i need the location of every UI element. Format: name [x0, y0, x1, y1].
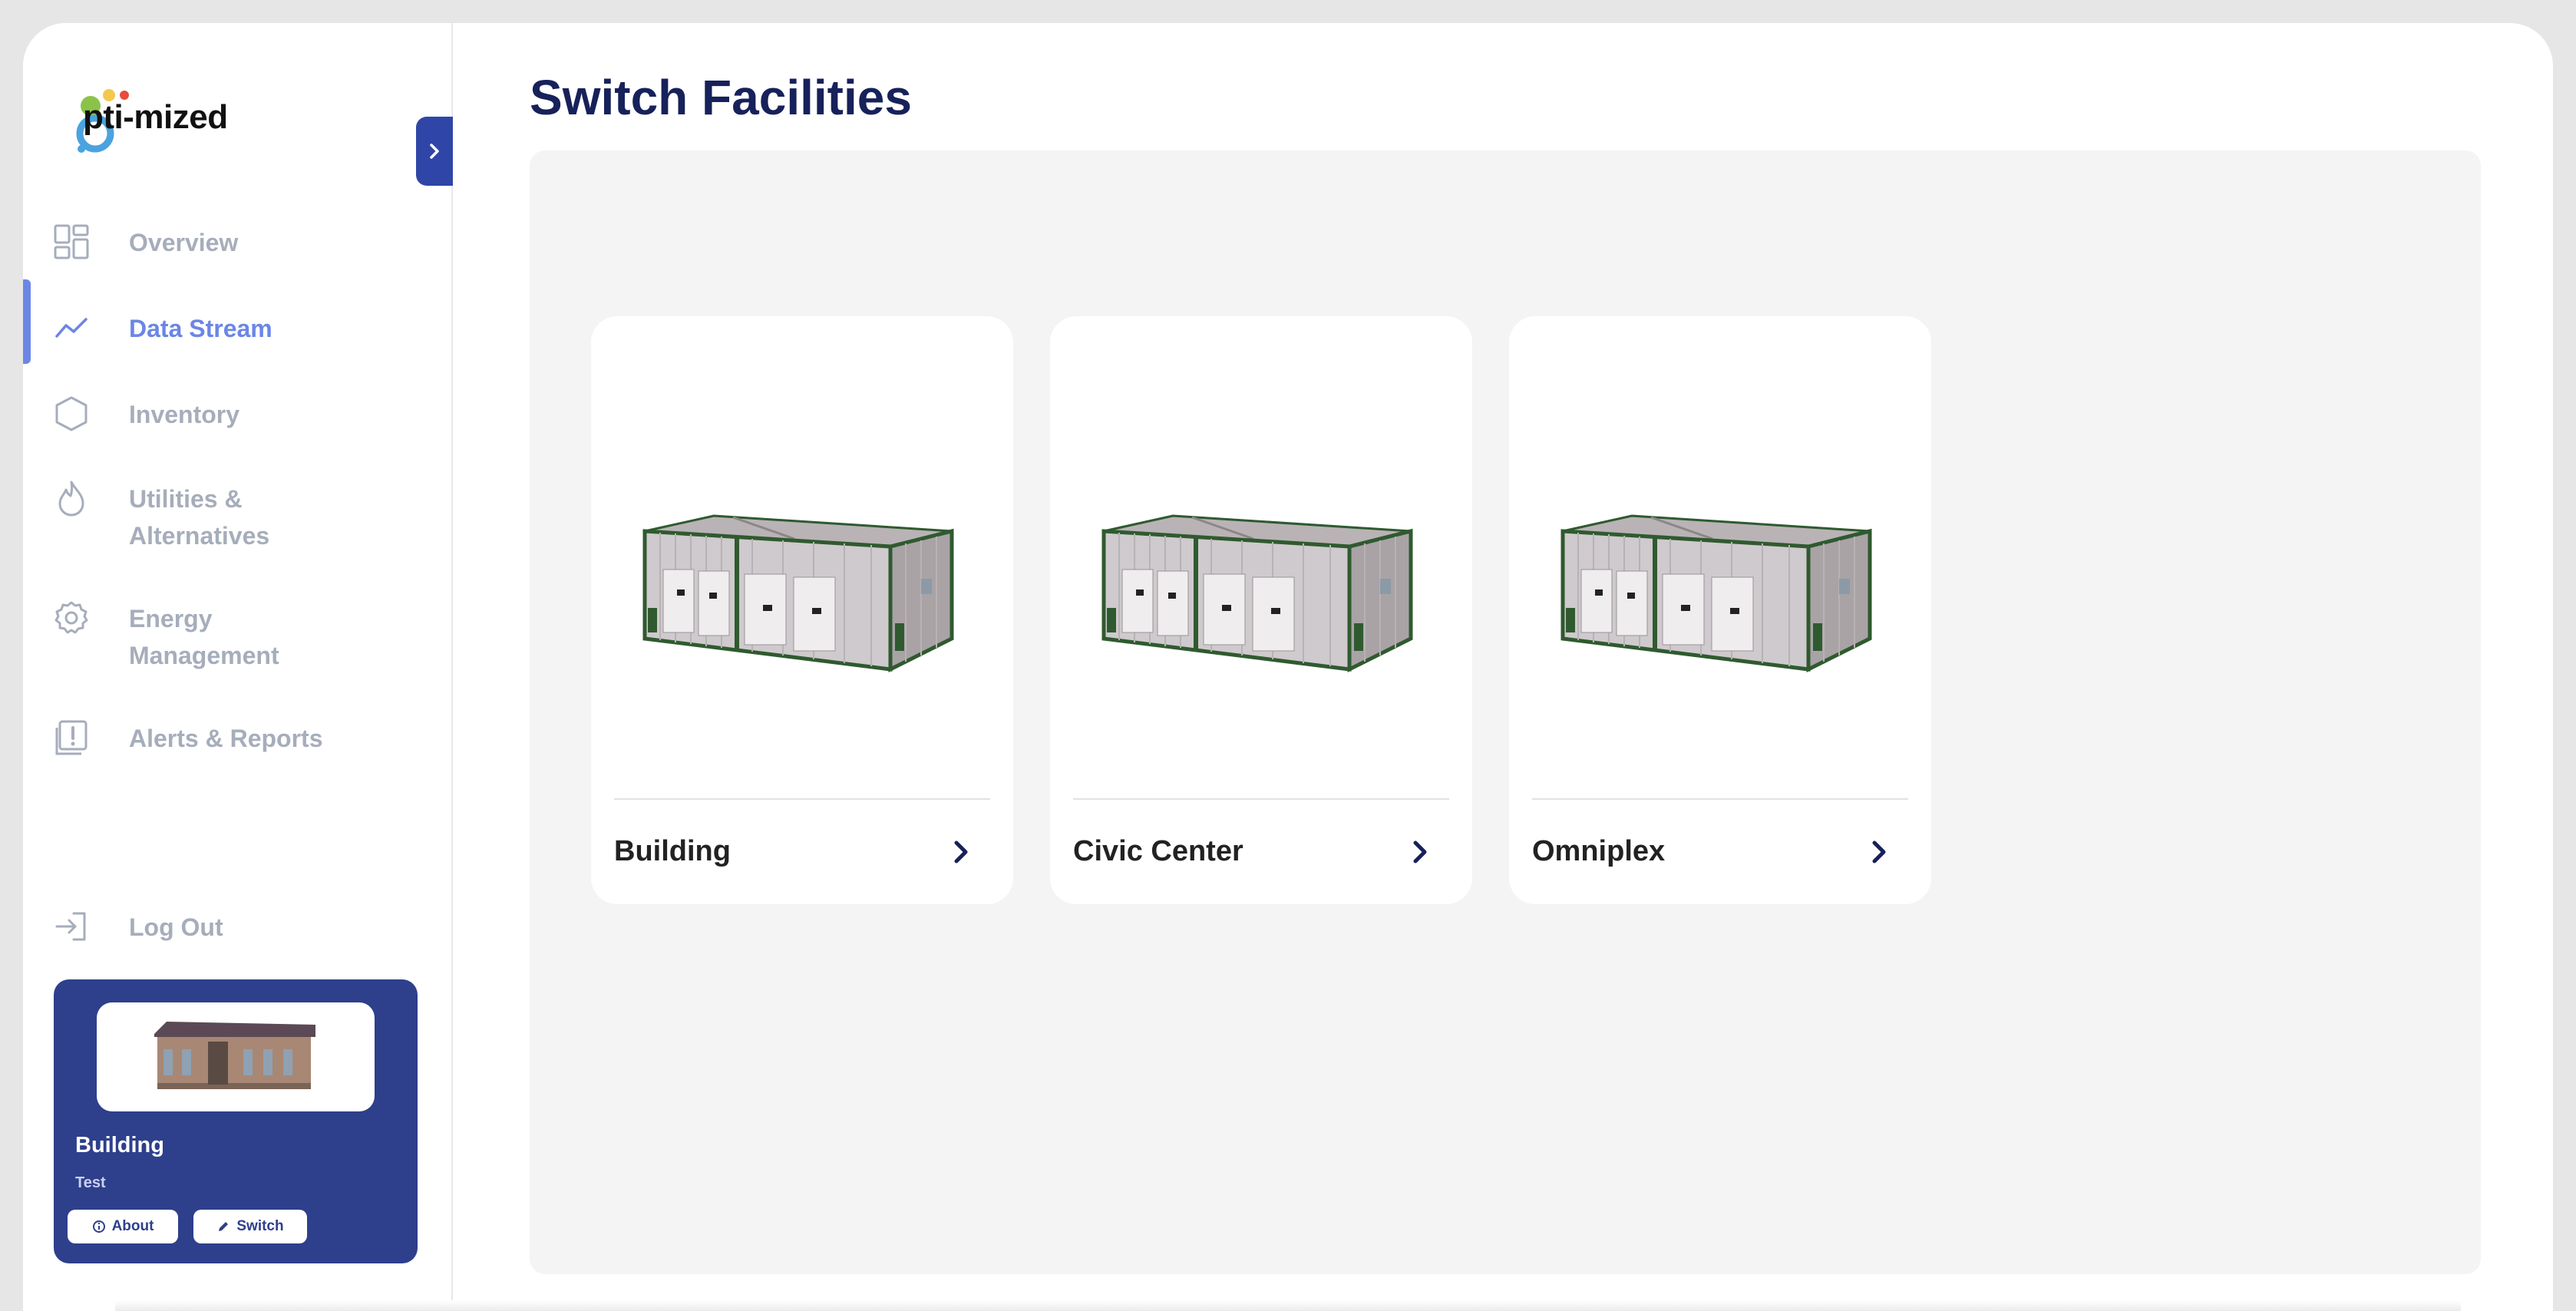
sidebar-item-label: Utilities &	[129, 485, 243, 513]
divider	[1532, 798, 1908, 800]
facility-image	[1555, 508, 1885, 677]
about-button[interactable]: About	[68, 1210, 178, 1243]
switch-button[interactable]: Switch	[193, 1210, 307, 1243]
chevron-right-icon[interactable]	[946, 837, 976, 867]
window-bottom-edge	[115, 1300, 2461, 1311]
sidebar-item-label: Data Stream	[129, 315, 272, 342]
trend-line-icon	[55, 318, 88, 338]
current-facility-subtitle: Test	[75, 1174, 106, 1191]
facilities-panel: Building Civic Center Omniplex	[530, 150, 2481, 1274]
sidebar-item-alerts-reports[interactable]: Alerts & Reports	[23, 714, 453, 760]
current-facility-image	[97, 1002, 375, 1111]
sidebar-item-label: Alternatives	[129, 522, 270, 550]
building-thumbnail	[151, 1019, 320, 1095]
facility-name: Omniplex	[1532, 835, 1666, 867]
gear-icon	[54, 601, 88, 634]
sidebar-item-utilities[interactable]: Utilities & Alternatives	[23, 474, 453, 559]
chevron-right-icon	[430, 144, 439, 159]
divider	[614, 798, 990, 800]
sidebar: pti-mized Overview Data Stream Inventory	[23, 23, 453, 1311]
collapse-sidebar-button[interactable]	[416, 117, 453, 186]
divider	[1073, 798, 1449, 800]
sidebar-item-label: Overview	[129, 229, 239, 256]
sidebar-item-label: Energy	[129, 605, 213, 632]
sidebar-item-inventory[interactable]: Inventory	[23, 390, 453, 436]
current-facility-name: Building	[75, 1133, 164, 1157]
logo-text: pti-mized	[83, 98, 228, 136]
sidebar-item-label: Management	[129, 642, 279, 669]
facility-card-building[interactable]: Building	[591, 316, 1013, 904]
sidebar-item-data-stream[interactable]: Data Stream	[23, 304, 453, 350]
grid-icon	[54, 224, 89, 259]
facility-card-civic-center[interactable]: Civic Center	[1050, 316, 1472, 904]
logout-button[interactable]: Log Out	[23, 903, 453, 949]
app-window: pti-mized Overview Data Stream Inventory	[23, 23, 2553, 1311]
chevron-right-icon[interactable]	[1864, 837, 1894, 867]
facility-image	[637, 508, 967, 677]
facility-card-omniplex[interactable]: Omniplex	[1509, 316, 1931, 904]
sidebar-item-overview[interactable]: Overview	[23, 218, 453, 264]
sidebar-item-energy-management[interactable]: Energy Management	[23, 594, 453, 679]
sidebar-item-label: Inventory	[129, 401, 240, 428]
sidebar-item-label: Alerts & Reports	[129, 725, 323, 752]
facility-name: Building	[614, 835, 731, 867]
info-icon	[92, 1220, 105, 1233]
switch-label: Switch	[236, 1218, 284, 1234]
page-title: Switch Facilities	[530, 70, 912, 125]
alert-report-icon	[55, 720, 88, 755]
flame-icon	[58, 480, 84, 517]
logout-label: Log Out	[129, 913, 223, 941]
chevron-right-icon[interactable]	[1405, 837, 1435, 867]
logout-icon	[55, 912, 86, 941]
pencil-icon	[219, 1222, 229, 1231]
facility-name: Civic Center	[1073, 835, 1243, 867]
about-label: About	[111, 1218, 154, 1234]
hexagon-icon	[55, 396, 88, 431]
current-facility-card: Building Test About Switch	[54, 979, 418, 1263]
facility-image	[1096, 508, 1426, 677]
